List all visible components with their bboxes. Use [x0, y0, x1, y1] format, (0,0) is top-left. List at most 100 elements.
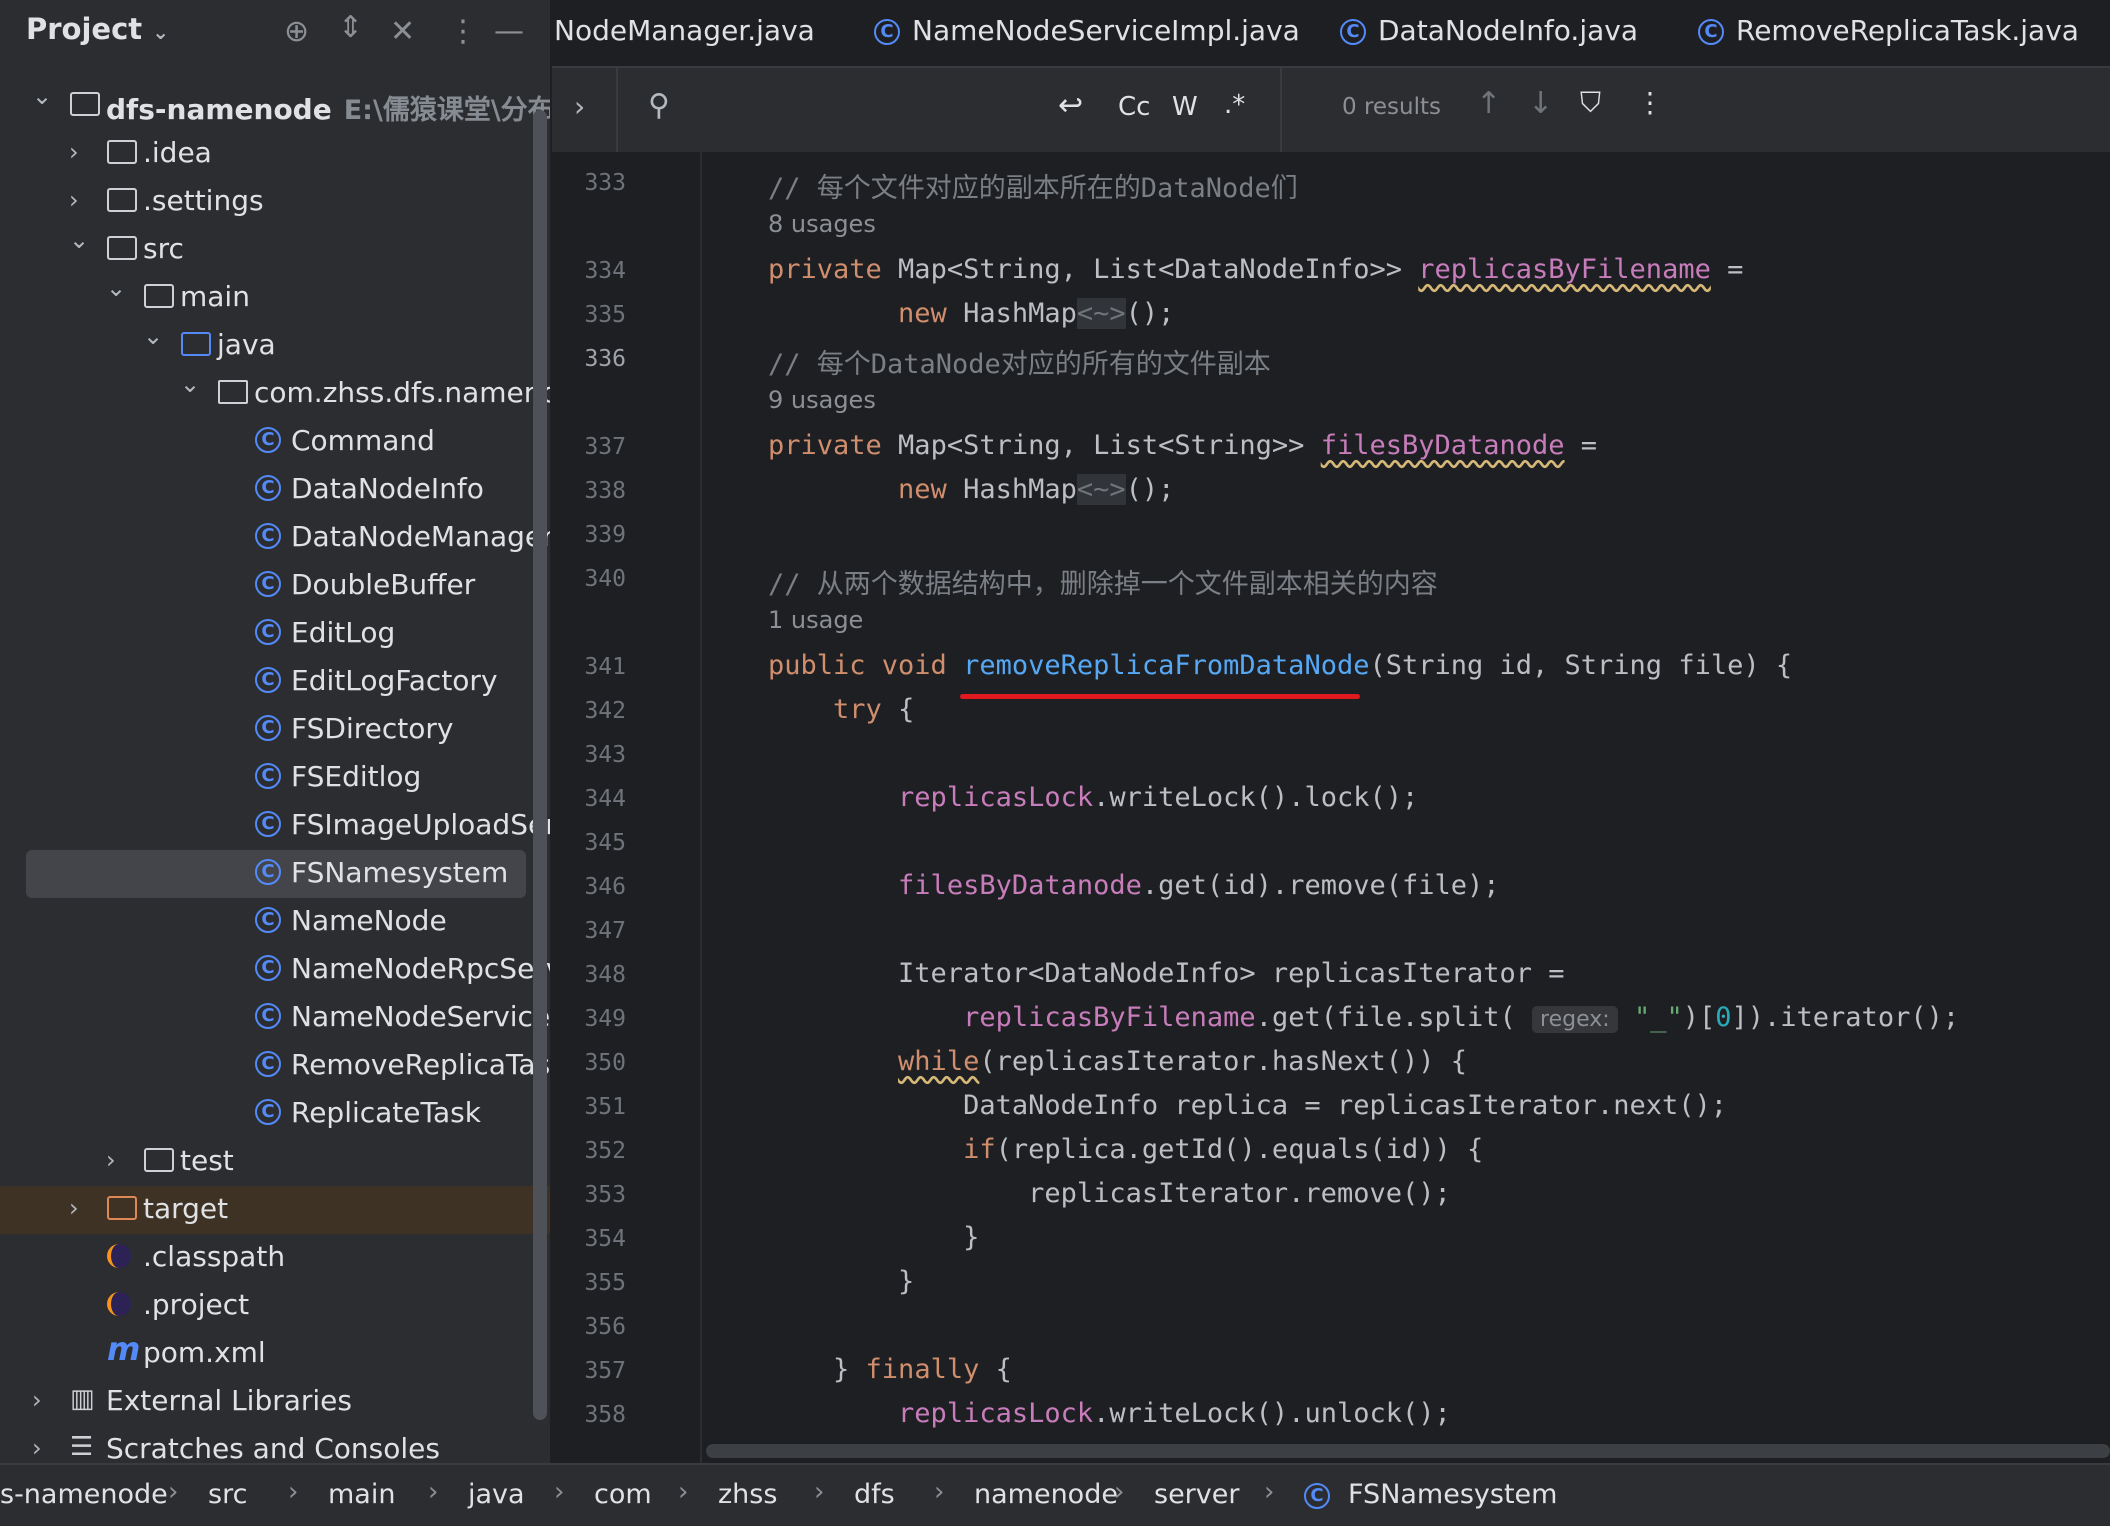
breadcrumb-item[interactable]: java — [468, 1479, 525, 1510]
breadcrumb-item[interactable]: dfs — [854, 1479, 895, 1510]
tree-item-dfs-namenode[interactable]: ⌄ dfs-namenode E:\儒猿课堂\分布式文 — [0, 82, 550, 130]
code-line[interactable]: private Map<String, List<String>> filesB… — [768, 430, 1597, 461]
expand-all-icon[interactable]: ⇕ — [338, 10, 363, 45]
code-editor[interactable]: // 每个文件对应的副本所在的DataNode们 8 usages private … — [702, 152, 2110, 1463]
locate-file-icon[interactable]: ⊕ — [284, 14, 309, 49]
tree-item-external-libraries[interactable]: › ▥ External Libraries — [0, 1378, 550, 1426]
expand-replace-icon[interactable]: › — [574, 90, 585, 123]
code-line[interactable]: replicasLock.writeLock().unlock(); — [768, 1398, 1451, 1429]
code-line[interactable]: new HashMap<~>(); — [768, 474, 1174, 505]
options-icon[interactable]: ⋮ — [448, 14, 478, 49]
code-line[interactable]: if(replica.getId().equals(id)) { — [768, 1134, 1483, 1165]
tree-item-removereplicatask[interactable]: C RemoveReplicaTask — [0, 1042, 550, 1090]
tab-datanodemanager[interactable]: NodeManager.java — [554, 14, 815, 47]
code-line[interactable]: // 从两个数据结构中，删除掉一个文件副本相关的内容 — [768, 562, 1438, 601]
tree-item-namenodeserviceimpl[interactable]: CNameNodeServiceImpl — [0, 994, 550, 1042]
chevron-down-icon[interactable]: ⌄ — [180, 370, 200, 398]
chevron-down-icon[interactable]: ⌄ — [106, 274, 126, 302]
tree-item-replicatetask[interactable]: C ReplicateTask — [0, 1090, 550, 1138]
tree-item-classpath[interactable]: .classpath — [0, 1234, 550, 1282]
code-line[interactable]: } — [768, 1222, 979, 1253]
breadcrumb-item[interactable]: main — [328, 1479, 395, 1510]
project-view-selector[interactable]: Project ⌄ — [26, 12, 169, 46]
chevron-right-icon[interactable]: › — [69, 1194, 79, 1222]
tree-item-editlog[interactable]: C EditLog — [0, 610, 550, 658]
tree-item-datanodemanager[interactable]: C DataNodeManager — [0, 514, 550, 562]
new-line-icon[interactable]: ↩ — [1058, 88, 1083, 123]
project-tree-scrollbar[interactable] — [533, 110, 547, 1420]
tree-item-fsdirectory[interactable]: C FSDirectory — [0, 706, 550, 754]
usages-hint[interactable]: 8 usages — [768, 210, 876, 238]
breadcrumb-item[interactable]: namenode — [974, 1479, 1118, 1510]
tree-item-namenoderpcserver[interactable]: CNameNodeRpcServer — [0, 946, 550, 994]
tree-item-pom-xml[interactable]: m pom.xml — [0, 1330, 550, 1378]
chevron-down-icon[interactable]: ⌄ — [143, 322, 163, 350]
tree-item-doublebuffer[interactable]: C DoubleBuffer — [0, 562, 550, 610]
tab-datanodeinfo[interactable]: C DataNodeInfo.java — [1340, 14, 1638, 47]
code-line[interactable]: // 每个DataNode对应的所有的文件副本 — [768, 342, 1271, 381]
tab-removereplicatask[interactable]: C RemoveReplicaTask.java — [1698, 14, 2079, 47]
chevron-right-icon[interactable]: › — [32, 1434, 42, 1462]
collapse-all-icon[interactable]: ✕ — [390, 14, 415, 49]
code-line[interactable]: public void removeReplicaFromDataNode(St… — [768, 650, 1792, 681]
code-line[interactable]: } — [768, 1266, 914, 1297]
breadcrumb-item[interactable]: src — [208, 1479, 247, 1510]
next-occurrence-icon[interactable]: ↓ — [1528, 86, 1553, 121]
usages-hint[interactable]: 1 usage — [768, 606, 863, 634]
usages-hint[interactable]: 9 usages — [768, 386, 876, 414]
line-number: 357 — [584, 1358, 626, 1384]
chevron-right-icon[interactable]: › — [69, 138, 79, 166]
tree-item-namenode[interactable]: C NameNode — [0, 898, 550, 946]
chevron-down-icon[interactable]: ⌄ — [32, 82, 52, 110]
breadcrumb-item[interactable]: s-namenode — [0, 1479, 168, 1510]
previous-occurrence-icon[interactable]: ↑ — [1476, 86, 1501, 121]
tree-item-settings[interactable]: › .settings — [0, 178, 550, 226]
tree-item-fseditlog[interactable]: C FSEditlog — [0, 754, 550, 802]
horizontal-scrollbar[interactable] — [706, 1444, 2110, 1458]
tree-item-idea[interactable]: › .idea — [0, 130, 550, 178]
tree-item-test[interactable]: › test — [0, 1138, 550, 1186]
code-line[interactable]: DataNodeInfo replica = replicasIterator.… — [768, 1090, 1727, 1121]
tree-item-java[interactable]: ⌄ java — [0, 322, 550, 370]
code-line[interactable]: Iterator<DataNodeInfo> replicasIterator … — [768, 958, 1564, 989]
tree-item-text: src — [143, 232, 184, 265]
tree-item-datanodeinfo[interactable]: C DataNodeInfo — [0, 466, 550, 514]
tree-item-command[interactable]: C Command — [0, 418, 550, 466]
breadcrumb-item[interactable]: server — [1154, 1479, 1239, 1510]
search-icon[interactable]: ⚲ — [648, 88, 670, 123]
chevron-right-icon[interactable]: › — [106, 1146, 116, 1174]
code-line[interactable]: // 每个文件对应的副本所在的DataNode们 — [768, 166, 1298, 205]
line-number: 342 — [584, 698, 626, 724]
tab-namenodeserviceimpl[interactable]: C NameNodeServiceImpl.java — [874, 14, 1300, 47]
hide-panel-icon[interactable]: — — [494, 14, 524, 49]
more-options-icon[interactable]: ⋮ — [1636, 86, 1664, 119]
tree-item-fsnamesystem[interactable]: C FSNamesystem — [26, 850, 526, 898]
code-line[interactable]: replicasByFilename.get(file.split( regex… — [768, 1002, 1959, 1033]
tree-item-fsimageuploadserver[interactable]: CFSImageUploadServer — [0, 802, 550, 850]
tree-item-editlogfactory[interactable]: C EditLogFactory — [0, 658, 550, 706]
tree-item-project[interactable]: .project — [0, 1282, 550, 1330]
code-line[interactable]: } finally { — [768, 1354, 1012, 1385]
code-line[interactable]: replicasLock.writeLock().lock(); — [768, 782, 1418, 813]
chevron-right-icon[interactable]: › — [69, 186, 79, 214]
chevron-right-icon[interactable]: › — [32, 1386, 42, 1414]
breadcrumb-item[interactable]: com — [594, 1479, 652, 1510]
breadcrumb-item[interactable]: FSNamesystem — [1348, 1479, 1557, 1510]
code-line[interactable]: private Map<String, List<DataNodeInfo>> … — [768, 254, 1743, 285]
match-case-toggle[interactable]: Cc — [1118, 92, 1150, 122]
filter-icon[interactable]: ⛉ — [1580, 86, 1601, 120]
regex-toggle[interactable]: .* — [1224, 90, 1245, 120]
tree-item-main[interactable]: ⌄ main — [0, 274, 550, 322]
code-line[interactable]: while(replicasIterator.hasNext()) { — [768, 1046, 1467, 1077]
tree-item-scratches-and-consoles[interactable]: › ☰ Scratches and Consoles — [0, 1426, 550, 1463]
code-line[interactable]: try { — [768, 694, 914, 725]
chevron-down-icon[interactable]: ⌄ — [69, 226, 89, 254]
whole-words-toggle[interactable]: W — [1172, 92, 1198, 122]
tree-item-com-zhss-dfs-namenode[interactable]: ⌄ com.zhss.dfs.namenode — [0, 370, 550, 418]
code-line[interactable]: replicasIterator.remove(); — [768, 1178, 1451, 1209]
breadcrumb-item[interactable]: zhss — [718, 1479, 777, 1510]
code-line[interactable]: filesByDatanode.get(id).remove(file); — [768, 870, 1499, 901]
tree-item-target[interactable]: › target — [0, 1186, 550, 1234]
code-line[interactable]: new HashMap<~>(); — [768, 298, 1174, 329]
tree-item-src[interactable]: ⌄ src — [0, 226, 550, 274]
